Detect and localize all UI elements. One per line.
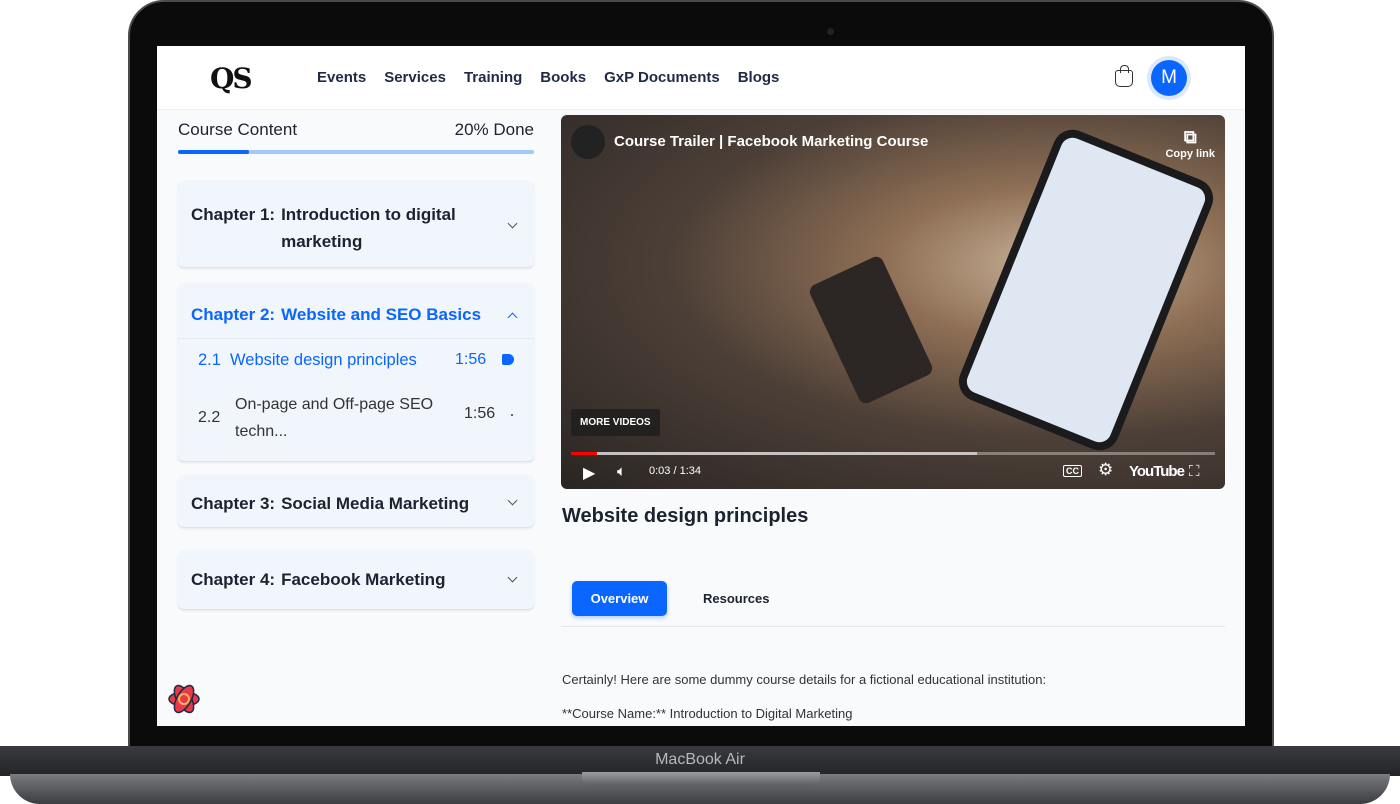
tab-overview[interactable]: Overview xyxy=(572,581,667,616)
camera xyxy=(827,28,834,35)
copy-link-button[interactable]: ⧉ Copy link xyxy=(1165,127,1215,160)
progress-label: 20% Done xyxy=(454,120,534,139)
lesson-duration: 1:56 xyxy=(455,351,487,368)
nav-link-books[interactable]: Books xyxy=(540,69,586,86)
overview-paragraph: **Course Name:** Introduction to Digital… xyxy=(562,706,853,721)
nav-links: Events Services Training Books GxP Docum… xyxy=(317,69,779,86)
progress-bar xyxy=(178,150,534,154)
copy-link-label: Copy link xyxy=(1165,148,1215,160)
shopping-bag-icon[interactable] xyxy=(1115,65,1133,87)
chapter-name: Website and SEO Basics xyxy=(281,305,482,324)
channel-avatar[interactable] xyxy=(571,125,605,159)
more-videos-button[interactable]: MORE VIDEOS xyxy=(571,409,660,436)
chapter-name: Facebook Marketing xyxy=(281,570,446,589)
chapter-title: Chapter 4: Facebook Marketing xyxy=(191,570,445,590)
laptop-notch xyxy=(582,772,820,786)
course-content-title: Course Content xyxy=(178,120,298,139)
nav-link-blogs[interactable]: Blogs xyxy=(738,69,780,86)
video-seekbar[interactable] xyxy=(571,452,1215,455)
divider xyxy=(178,338,534,339)
youtube-logo[interactable]: YouTube xyxy=(1129,463,1185,480)
device-label: MacBook Air xyxy=(655,751,745,768)
play-icon[interactable]: ▶ xyxy=(583,463,595,483)
chapter-name: Introduction to digital marketing xyxy=(281,205,456,251)
tabs-divider xyxy=(561,626,1225,627)
chapter-title: Chapter 3: Social Media Marketing xyxy=(191,494,469,514)
lesson-item-active[interactable]: 2.1 Website design principles xyxy=(198,351,417,370)
lesson-duration: 1:56 xyxy=(464,405,496,422)
chapter-3[interactable]: Chapter 3: Social Media Marketing xyxy=(178,475,534,528)
lesson-number: 2.1 xyxy=(198,351,221,369)
play-icon[interactable] xyxy=(502,354,514,365)
chevron-down-icon[interactable] xyxy=(507,218,518,229)
video-time: 0:03 / 1:34 xyxy=(649,465,701,477)
nav-link-services[interactable]: Services xyxy=(384,69,446,86)
nav-link-gxp-documents[interactable]: GxP Documents xyxy=(604,69,720,86)
chapter-number: Chapter 1: xyxy=(191,205,276,224)
chapter-4[interactable]: Chapter 4: Facebook Marketing xyxy=(178,550,534,610)
chevron-up-icon[interactable] xyxy=(507,312,518,323)
played xyxy=(571,452,597,455)
lesson-title: On-page and Off-page SEO techn... xyxy=(235,396,434,440)
chapter-title: Chapter 2: Website and SEO Basics xyxy=(191,305,481,325)
chapter-number: Chapter 2: xyxy=(191,305,276,324)
tab-resources[interactable]: Resources xyxy=(703,591,769,606)
progress-fill xyxy=(178,150,250,154)
lesson-title: Website design principles xyxy=(230,351,417,369)
lesson-title: Website design principles xyxy=(562,505,809,527)
navbar: QS Events Services Training Books GxP Do… xyxy=(157,46,1245,110)
video-player[interactable]: Course Trailer | Facebook Marketing Cour… xyxy=(561,115,1225,489)
video-title[interactable]: Course Trailer | Facebook Marketing Cour… xyxy=(614,133,928,150)
avatar[interactable]: M xyxy=(1151,60,1187,96)
react-devtools-icon[interactable] xyxy=(167,682,201,716)
chapter-number: Chapter 4: xyxy=(191,570,276,589)
chevron-down-icon[interactable] xyxy=(507,572,518,583)
lesson-number: 2.2 xyxy=(198,409,221,426)
chevron-down-icon[interactable] xyxy=(507,495,518,506)
copy-icon: ⧉ xyxy=(1183,127,1197,147)
video-frame-phone xyxy=(952,123,1220,457)
logo[interactable]: QS xyxy=(210,62,253,95)
settings-gear-icon[interactable]: ⚙ xyxy=(1098,460,1113,480)
chapter-1[interactable]: Chapter 1: Introduction to digital marke… xyxy=(178,181,534,268)
chapter-name: Social Media Marketing xyxy=(281,494,470,513)
nav-link-events[interactable]: Events xyxy=(317,69,366,86)
chapter-2[interactable]: Chapter 2: Website and SEO Basics 2.1 We… xyxy=(178,283,534,462)
nav-link-training[interactable]: Training xyxy=(464,69,522,86)
status-dot xyxy=(511,414,513,416)
fullscreen-icon[interactable]: ⛶ xyxy=(1189,463,1200,480)
chapter-number: Chapter 3: xyxy=(191,494,276,513)
overview-paragraph: Certainly! Here are some dummy course de… xyxy=(562,672,1047,687)
buffered xyxy=(571,452,977,455)
chapter-title: Chapter 1: Introduction to digital marke… xyxy=(191,201,491,255)
screen: QS Events Services Training Books GxP Do… xyxy=(157,46,1245,726)
captions-button[interactable]: CC xyxy=(1063,465,1082,477)
lesson-item[interactable]: 2.2 On-page and Off-page SEO techn... xyxy=(198,391,455,445)
video-frame-watch xyxy=(807,254,935,406)
volume-icon[interactable]: 🔈︎ xyxy=(617,463,626,480)
